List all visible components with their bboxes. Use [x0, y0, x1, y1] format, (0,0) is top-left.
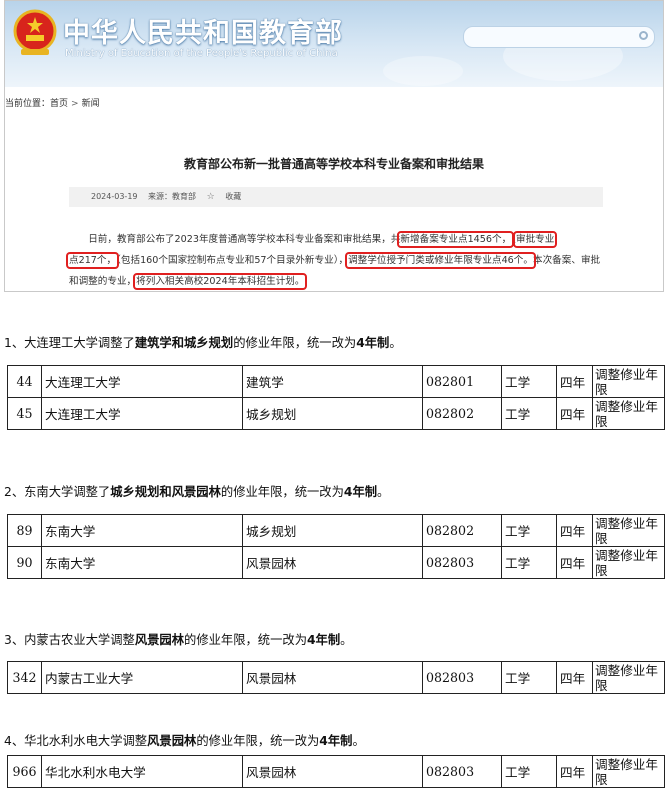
article-date: 2024-03-19	[91, 192, 138, 201]
highlight-enrollment-plan: 将列入相关高校2024年本科招生计划。	[133, 273, 308, 290]
search-input[interactable]	[463, 26, 655, 48]
table-row: 90 东南大学 风景园林 082803 工学 四年 调整修业年限	[7, 546, 665, 579]
article-title: 教育部公布新一批普通高等学校本科专业备案和审批结果	[183, 157, 484, 171]
national-emblem-icon	[13, 9, 57, 55]
site-banner: 中华人民共和国教育部 Ministry of Education of the …	[5, 1, 663, 87]
breadcrumb-home[interactable]: 首页	[50, 99, 68, 109]
article-body: 日前，教育部公布了2023年度普通高等学校本科专业备案和审批结果，共新增备案专业…	[65, 231, 601, 290]
article-meta: 2024-03-19 来源：教育部 ☆ 收藏	[69, 187, 603, 207]
section-heading: 2、东南大学调整了城乡规划和风景园林的修业年限，统一改为4年制。	[4, 485, 390, 499]
site-title[interactable]: 中华人民共和国教育部	[63, 11, 343, 50]
table-row: 45 大连理工大学 城乡规划 082802 工学 四年 调整修业年限	[7, 397, 665, 430]
table-row: 342 内蒙古工业大学 风景园林 082803 工学 四年 调整修业年限	[7, 661, 665, 694]
star-icon: ☆	[206, 192, 215, 202]
highlight-adjusted-majors: 调整学位授予门类或修业年限专业点46个。	[345, 252, 536, 269]
table-row: 89 东南大学 城乡规划 082802 工学 四年 调整修业年限	[7, 514, 665, 547]
highlight-new-majors: 新增备案专业点1456个，	[397, 231, 515, 248]
search-icon[interactable]	[639, 31, 648, 40]
table-row: 966 华北水利水电大学 风景园林 082803 工学 四年 调整修业年限	[7, 755, 665, 788]
article-source: 来源：教育部	[148, 192, 197, 201]
breadcrumb: 当前位置：首页 > 新闻	[5, 99, 100, 109]
major-table: 89 东南大学 城乡规划 082802 工学 四年 调整修业年限 90 东南大学 风景园林 082…	[7, 514, 665, 579]
favorite-button[interactable]: ☆ 收藏	[206, 192, 250, 202]
article-screenshot: 中华人民共和国教育部 Ministry of Education of the …	[4, 0, 664, 292]
chevron-right-icon: >	[71, 99, 79, 109]
section-heading: 1、大连理工大学调整了建筑学和城乡规划的修业年限，统一改为4年制。	[4, 336, 402, 350]
major-table: 44 大连理工大学 建筑学 082801 工学 四年 调整修业年限 45 大连理工大学 城乡规划…	[7, 365, 665, 430]
breadcrumb-current[interactable]: 新闻	[82, 99, 100, 109]
section-heading: 3、内蒙古农业大学调整风景园林的修业年限，统一改为4年制。	[4, 633, 353, 647]
section-heading: 4、华北水利水电大学调整风景园林的修业年限，统一改为4年制。	[4, 734, 365, 748]
table-row: 44 大连理工大学 建筑学 082801 工学 四年 调整修业年限	[7, 365, 665, 398]
site-subtitle: Ministry of Education of the People's Re…	[65, 48, 338, 59]
major-table: 342 内蒙古工业大学 风景园林 082803 工学 四年 调整修业年限	[7, 661, 665, 694]
major-table: 966 华北水利水电大学 风景园林 082803 工学 四年 调整修业年限	[7, 755, 665, 788]
